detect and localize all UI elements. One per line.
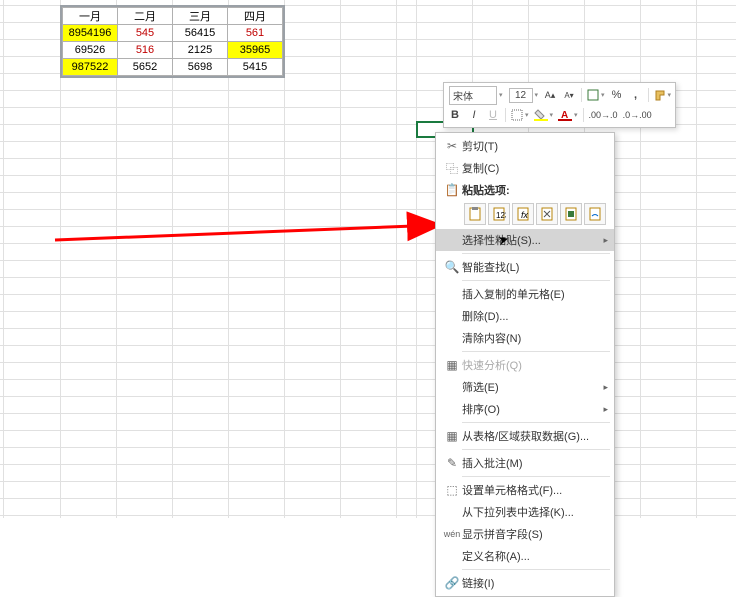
italic-icon[interactable]: I: [465, 106, 483, 124]
menu-quick-analysis: ▦ 快速分析(Q): [436, 354, 614, 376]
menu-show-pinyin[interactable]: wén 显示拼音字段(S): [436, 523, 614, 545]
table-icon: ▦: [442, 429, 462, 443]
border-icon[interactable]: [509, 106, 531, 124]
menu-sort[interactable]: 排序(O) ▸: [436, 398, 614, 420]
menu-filter[interactable]: 筛选(E) ▸: [436, 376, 614, 398]
decrease-decimal-icon[interactable]: .00→.0: [587, 106, 620, 124]
col-header[interactable]: 二月: [118, 8, 173, 25]
separator: [462, 280, 610, 281]
cell[interactable]: 5698: [173, 59, 228, 76]
clipboard-icon: 📋: [442, 183, 462, 197]
svg-text:fx: fx: [521, 210, 529, 220]
col-header[interactable]: 四月: [228, 8, 283, 25]
cell[interactable]: 561: [228, 25, 283, 42]
cell[interactable]: 8954196: [63, 25, 118, 42]
menu-pick-dropdown[interactable]: 从下拉列表中选择(K)...: [436, 501, 614, 523]
cell[interactable]: 545: [118, 25, 173, 42]
menu-paste-special[interactable]: 选择性粘贴(S)... ▸ ➤: [436, 229, 614, 251]
menu-format-cells[interactable]: ⬚ 设置单元格格式(F)...: [436, 479, 614, 501]
menu-paste-options-header: 📋 粘贴选项:: [436, 179, 614, 201]
cell[interactable]: 5652: [118, 59, 173, 76]
menu-clear[interactable]: 清除内容(N): [436, 327, 614, 349]
separator: [462, 422, 610, 423]
menu-insert-comment[interactable]: ✎ 插入批注(M): [436, 452, 614, 474]
scissors-icon: ✂: [442, 139, 462, 153]
paste-options-row: 123 fx: [436, 201, 614, 229]
menu-smart-lookup[interactable]: 🔍 智能查找(L): [436, 256, 614, 278]
decrease-font-icon[interactable]: A▾: [560, 86, 578, 104]
context-menu: ✂ 剪切(T) ⿻ 复制(C) 📋 粘贴选项: 123 fx 选择性粘贴(S).…: [435, 132, 615, 597]
cell[interactable]: 69526: [63, 42, 118, 59]
paste-link-icon[interactable]: [584, 203, 606, 225]
accounting-format-icon[interactable]: [585, 86, 607, 104]
paste-formulas-icon[interactable]: fx: [512, 203, 534, 225]
separator: [462, 253, 610, 254]
menu-copy[interactable]: ⿻ 复制(C): [436, 157, 614, 179]
col-header[interactable]: 一月: [63, 8, 118, 25]
separator: [505, 108, 506, 122]
separator: [462, 476, 610, 477]
percent-format-icon[interactable]: %: [608, 86, 626, 104]
separator: [583, 108, 584, 122]
comma-format-icon[interactable]: ,: [627, 86, 645, 104]
fill-color-icon[interactable]: [532, 106, 556, 124]
bold-icon[interactable]: B: [446, 106, 464, 124]
table-row: 69526 516 2125 35965: [63, 42, 283, 59]
cell[interactable]: 35965: [228, 42, 283, 59]
paste-transpose-icon[interactable]: [536, 203, 558, 225]
separator: [462, 351, 610, 352]
menu-delete[interactable]: 删除(D)...: [436, 305, 614, 327]
menu-define-name[interactable]: 定义名称(A)...: [436, 545, 614, 567]
cell[interactable]: 2125: [173, 42, 228, 59]
comment-icon: ✎: [442, 456, 462, 470]
chevron-right-icon: ▸: [603, 382, 608, 393]
quick-analysis-icon: ▦: [442, 358, 462, 372]
cell[interactable]: 56415: [173, 25, 228, 42]
copy-icon: ⿻: [442, 160, 462, 177]
paste-all-icon[interactable]: [464, 203, 486, 225]
col-header[interactable]: 三月: [173, 8, 228, 25]
underline-icon[interactable]: U: [484, 106, 502, 124]
separator: [462, 569, 610, 570]
chevron-right-icon: ▸: [603, 404, 608, 415]
cell[interactable]: 987522: [63, 59, 118, 76]
cell[interactable]: 516: [118, 42, 173, 59]
font-color-icon[interactable]: A: [556, 106, 580, 124]
cell[interactable]: 5415: [228, 59, 283, 76]
svg-text:123: 123: [496, 211, 506, 220]
separator: [648, 88, 649, 102]
chevron-right-icon: ▸: [603, 235, 608, 246]
table-row: 987522 5652 5698 5415: [63, 59, 283, 76]
font-name-dropdown[interactable]: 宋体: [446, 86, 506, 104]
menu-insert-copied-cells[interactable]: 插入复制的单元格(E): [436, 283, 614, 305]
separator: [462, 449, 610, 450]
menu-get-data-from-range[interactable]: ▦ 从表格/区域获取数据(G)...: [436, 425, 614, 447]
menu-cut[interactable]: ✂ 剪切(T): [436, 135, 614, 157]
menu-link[interactable]: 🔗 链接(I): [436, 572, 614, 594]
format-cells-icon: ⬚: [442, 483, 462, 497]
separator: [581, 88, 582, 102]
search-icon: 🔍: [442, 260, 462, 274]
format-painter-icon[interactable]: [652, 86, 674, 104]
paste-values-icon[interactable]: 123: [488, 203, 510, 225]
pinyin-icon: wén: [442, 529, 462, 539]
paste-formatting-icon[interactable]: [560, 203, 582, 225]
mini-toolbar: 宋体 12 A▴ A▾ % , B I U A .00→.0 .0→.00: [443, 82, 676, 128]
table-row: 8954196 545 56415 561: [63, 25, 283, 42]
data-table[interactable]: 一月 二月 三月 四月 8954196 545 56415 561 69526 …: [60, 5, 285, 78]
font-size-dropdown[interactable]: 12: [507, 86, 541, 104]
link-icon: 🔗: [442, 576, 462, 590]
increase-decimal-icon[interactable]: .0→.00: [621, 106, 654, 124]
increase-font-icon[interactable]: A▴: [541, 86, 559, 104]
